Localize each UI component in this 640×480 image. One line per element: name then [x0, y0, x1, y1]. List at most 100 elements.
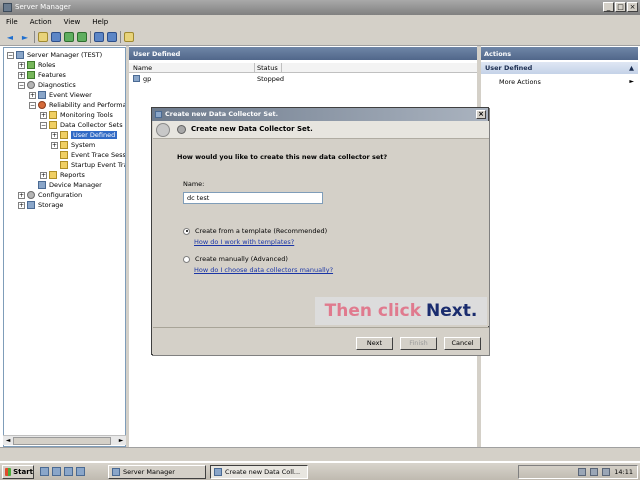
folder-icon [49, 111, 57, 119]
wizard-heading: Create new Data Collector Set. [191, 125, 313, 133]
tree-node-label: Storage [38, 201, 64, 209]
start-button[interactable]: Start [2, 465, 34, 479]
actions-pane: Actions User Defined ▲ More Actions ► [481, 47, 638, 447]
manual-help-link[interactable]: How do I choose data collectors manually… [194, 266, 333, 274]
tree-node[interactable]: + Configuration [18, 190, 82, 200]
next-button[interactable]: Next [356, 337, 393, 350]
forward-arrow-icon[interactable]: ► [19, 31, 31, 43]
collapse-toggle-icon[interactable]: − [40, 121, 47, 129]
tree-spacer [51, 151, 58, 159]
show-desktop-icon[interactable] [40, 467, 49, 476]
tree-node[interactable]: + Roles [18, 60, 55, 70]
menu-help[interactable]: Help [92, 18, 108, 26]
folder-icon [49, 121, 57, 129]
cancel-button[interactable]: Cancel [444, 337, 481, 350]
menu-action[interactable]: Action [30, 18, 52, 26]
results-pane-header: User Defined [129, 47, 477, 60]
column-divider[interactable] [254, 63, 255, 73]
expand-toggle-icon[interactable]: + [18, 71, 25, 79]
minimize-button[interactable]: _ [603, 2, 614, 12]
properties-icon[interactable] [107, 32, 117, 42]
expand-toggle-icon[interactable]: + [51, 141, 58, 149]
up-folder-icon[interactable] [38, 32, 48, 42]
browser-quicklaunch-icon[interactable] [76, 467, 85, 476]
tree-node[interactable]: + Reports [40, 170, 85, 180]
templates-help-link[interactable]: How do I work with templates? [194, 238, 294, 246]
wizard-question: How would you like to create this new da… [177, 153, 388, 161]
back-arrow-icon[interactable]: ◄ [4, 31, 16, 43]
tree-node[interactable]: + System [51, 140, 95, 150]
expand-toggle-icon[interactable]: + [51, 131, 58, 139]
taskbar-item-server-manager[interactable]: Server Manager [108, 465, 206, 479]
finish-button[interactable]: Finish [400, 337, 437, 350]
expand-toggle-icon[interactable]: + [29, 91, 36, 99]
create-data-collector-dialog: Create new Data Collector Set. × Create … [151, 107, 489, 355]
dialog-titlebar[interactable]: Create new Data Collector Set. × [152, 108, 488, 121]
tree-node[interactable]: Event Trace Sessions [51, 150, 125, 160]
menu-view[interactable]: View [64, 18, 81, 26]
tree-node[interactable]: + Storage [18, 200, 63, 210]
collapse-toggle-icon[interactable]: − [18, 81, 25, 89]
radio-template[interactable] [183, 227, 190, 235]
refresh-icon[interactable] [64, 32, 74, 42]
show-hide-tree-icon[interactable] [51, 32, 61, 42]
volume-icon[interactable] [590, 468, 599, 476]
wizard-back-button[interactable] [156, 123, 170, 137]
tree-node[interactable]: + User Defined [51, 130, 118, 140]
collapse-toggle-icon[interactable]: − [7, 51, 14, 59]
radio-manual[interactable] [183, 255, 190, 263]
powershell-quicklaunch-icon[interactable] [64, 467, 73, 476]
callout-text: Then click [324, 301, 422, 321]
expand-toggle-icon[interactable]: + [40, 111, 47, 119]
expand-toggle-icon[interactable]: + [18, 201, 25, 209]
expand-toggle-icon[interactable]: + [40, 171, 47, 179]
tree-node[interactable]: − Server Manager (TEST) [7, 50, 102, 60]
more-actions-link[interactable]: More Actions [499, 78, 541, 86]
network-icon[interactable] [578, 468, 587, 476]
help-icon[interactable] [94, 32, 104, 42]
clock[interactable]: 14:11 [614, 468, 633, 476]
folder-icon [49, 171, 57, 179]
expand-toggle-icon[interactable]: + [18, 191, 25, 199]
scroll-left-arrow-icon[interactable]: ◄ [4, 437, 12, 445]
tree-horizontal-scrollbar[interactable]: ◄ ► [3, 435, 126, 445]
collapse-toggle-icon[interactable]: − [29, 101, 36, 109]
column-divider[interactable] [281, 63, 282, 73]
option-template[interactable]: Create from a template (Recommended) [183, 227, 327, 235]
server-manager-quicklaunch-icon[interactable] [52, 467, 61, 476]
performance-icon [38, 101, 46, 109]
tree-node[interactable]: + Features [18, 70, 66, 80]
tutorial-callout: Then click Next. [315, 297, 487, 325]
tree-node[interactable]: − Data Collector Sets [40, 120, 123, 130]
tree-node[interactable]: − Diagnostics [18, 80, 76, 90]
server-manager-icon [112, 468, 120, 476]
column-header-status[interactable]: Status [257, 64, 278, 72]
option-template-label: Create from a template (Recommended) [195, 227, 328, 235]
name-input[interactable] [183, 192, 323, 204]
menu-file[interactable]: File [6, 18, 18, 26]
security-icon[interactable] [602, 468, 611, 476]
option-manual[interactable]: Create manually (Advanced) [183, 255, 288, 263]
tree-spacer [29, 181, 36, 189]
tree-node[interactable]: − Reliability and Performance [29, 100, 125, 110]
collapse-caret-icon[interactable]: ▲ [629, 64, 634, 72]
new-data-collector-icon[interactable] [124, 32, 134, 42]
expand-toggle-icon[interactable]: + [18, 61, 25, 69]
data-collector-set-icon [133, 75, 140, 82]
menu-bar: File Action View Help [0, 15, 640, 29]
scroll-thumb[interactable] [13, 437, 111, 445]
column-header-name[interactable]: Name [133, 64, 152, 72]
taskbar-item-create-data-collector[interactable]: Create new Data Coll... [210, 465, 308, 479]
scroll-right-arrow-icon[interactable]: ► [117, 437, 125, 445]
tree-node[interactable]: + Monitoring Tools [40, 110, 113, 120]
actions-section-header[interactable]: User Defined ▲ [481, 62, 638, 74]
close-button[interactable]: × [627, 2, 638, 12]
tree-node[interactable]: + Event Viewer [29, 90, 92, 100]
option-manual-label: Create manually (Advanced) [195, 255, 288, 263]
tree-node[interactable]: Device Manager [29, 180, 102, 190]
tree-node[interactable]: Startup Event Trace Sessions [51, 160, 125, 170]
dialog-close-button[interactable]: × [476, 110, 486, 119]
export-list-icon[interactable] [77, 32, 87, 42]
console-tree: − Server Manager (TEST) + Roles + Features − Di… [3, 47, 126, 447]
maximize-button[interactable]: □ [615, 2, 626, 12]
